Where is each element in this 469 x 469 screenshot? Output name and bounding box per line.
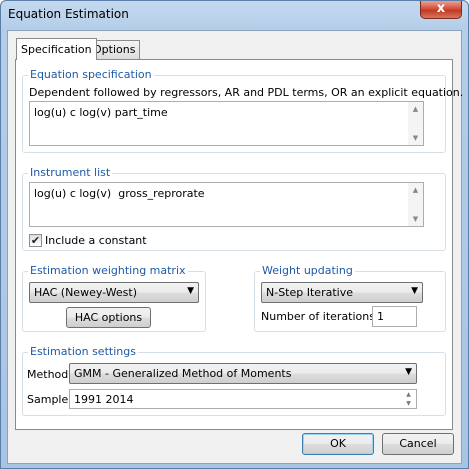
method-value: GMM - Generalized Method of Moments bbox=[74, 367, 292, 380]
hac-options-button[interactable]: HAC options bbox=[66, 307, 151, 328]
method-select[interactable]: GMM - Generalized Method of Moments ▼ bbox=[69, 363, 417, 384]
estimation-settings-group: Estimation settings Method: GMM - Genera… bbox=[22, 345, 446, 416]
equation-specification-input[interactable]: log(u) c log(v) part_time ▲ ▼ bbox=[29, 101, 424, 146]
cancel-button[interactable]: Cancel bbox=[382, 433, 454, 455]
method-label: Method: bbox=[27, 368, 72, 381]
equation-specification-legend: Equation specification bbox=[28, 68, 154, 81]
close-button[interactable]: x bbox=[420, 1, 462, 19]
sample-value: 1991 2014 bbox=[74, 393, 134, 406]
equation-estimation-window: Equation Estimation x Specification Opti… bbox=[0, 0, 469, 469]
chevron-down-icon: ▼ bbox=[411, 286, 418, 296]
tab-specification[interactable]: Specification bbox=[16, 38, 97, 60]
equation-specification-group: Equation specification Dependent followe… bbox=[22, 68, 463, 153]
instrument-list-text: log(u) c log(v) gross_reprorate bbox=[34, 187, 205, 200]
ok-button[interactable]: OK bbox=[302, 433, 374, 455]
instrument-list-input[interactable]: log(u) c log(v) gross_reprorate ▲ ▼ bbox=[29, 182, 424, 227]
window-title: Equation Estimation bbox=[8, 7, 129, 21]
sample-label: Sample: bbox=[27, 393, 72, 406]
weight-updating-group: Weight updating N-Step Iterative ▼ Numbe… bbox=[254, 264, 446, 332]
include-constant-checkbox[interactable]: ✔ bbox=[29, 234, 42, 247]
chevron-down-icon: ▼ bbox=[405, 367, 412, 377]
iterations-input[interactable]: 1 bbox=[372, 306, 417, 327]
scroll-up-icon[interactable]: ▲ bbox=[408, 102, 423, 116]
equation-specification-text: log(u) c log(v) part_time bbox=[34, 106, 168, 119]
title-bar[interactable]: Equation Estimation x bbox=[1, 1, 468, 27]
scroll-down-icon[interactable]: ▼ bbox=[408, 212, 423, 226]
iterations-value: 1 bbox=[377, 310, 384, 323]
equation-scrollbar[interactable]: ▲ ▼ bbox=[408, 102, 423, 145]
sample-input[interactable]: 1991 2014 ▲ ▼ bbox=[69, 389, 417, 409]
equation-description: Dependent followed by regressors, AR and… bbox=[29, 86, 464, 99]
instrument-scrollbar[interactable]: ▲ ▼ bbox=[408, 183, 423, 226]
iterations-label: Number of iterations: bbox=[261, 310, 379, 323]
scroll-down-icon[interactable]: ▼ bbox=[408, 131, 423, 145]
chevron-down-icon: ▼ bbox=[187, 286, 194, 296]
instrument-list-group: Instrument list log(u) c log(v) gross_re… bbox=[22, 166, 446, 251]
spin-up-icon[interactable]: ▲ bbox=[401, 390, 416, 399]
spin-down-icon[interactable]: ▼ bbox=[401, 399, 416, 408]
weighting-matrix-legend: Estimation weighting matrix bbox=[28, 264, 188, 277]
dialog-client-area: Specification Options Equation specifica… bbox=[7, 30, 463, 464]
specification-panel: Equation specification Dependent followe… bbox=[15, 59, 463, 430]
weighting-matrix-value: HAC (Newey-West) bbox=[34, 286, 138, 299]
scroll-up-icon[interactable]: ▲ bbox=[408, 183, 423, 197]
weighting-matrix-group: Estimation weighting matrix HAC (Newey-W… bbox=[22, 264, 206, 332]
close-icon: x bbox=[436, 1, 446, 16]
weighting-matrix-select[interactable]: HAC (Newey-West) ▼ bbox=[29, 282, 199, 303]
estimation-settings-legend: Estimation settings bbox=[28, 345, 138, 358]
sample-spinner[interactable]: ▲ ▼ bbox=[401, 390, 416, 408]
include-constant-label[interactable]: Include a constant bbox=[45, 234, 147, 247]
weight-updating-legend: Weight updating bbox=[260, 264, 355, 277]
weight-updating-select[interactable]: N-Step Iterative ▼ bbox=[261, 282, 423, 303]
weight-updating-value: N-Step Iterative bbox=[266, 286, 353, 299]
instrument-list-legend: Instrument list bbox=[28, 166, 113, 179]
